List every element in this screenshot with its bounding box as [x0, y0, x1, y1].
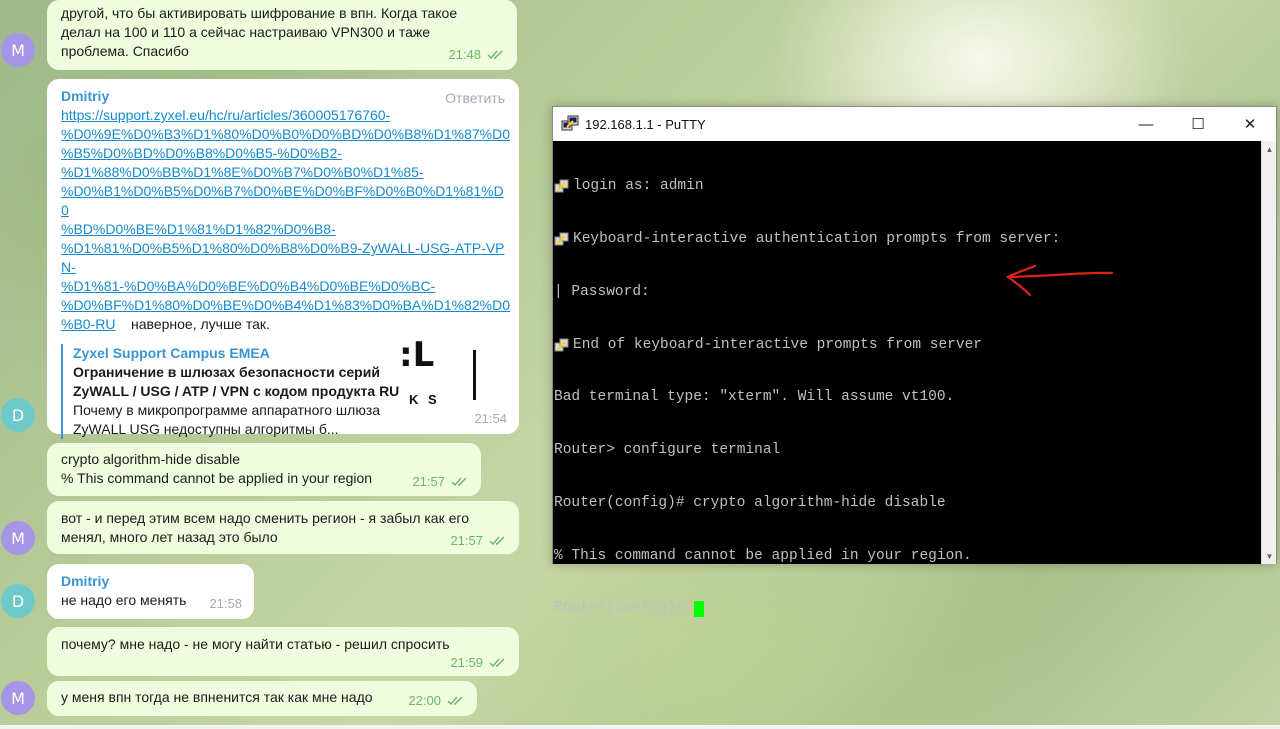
thumbnail-logo-text: :L	[399, 335, 435, 375]
message-time: 21:57	[412, 474, 445, 489]
terminal-line: Keyboard-interactive authentication prom…	[554, 231, 1262, 249]
message-link[interactable]: https://support.zyxel.eu/hc/ru/articles/…	[61, 106, 511, 334]
message-text-line: % This command cannot be applied in your…	[61, 470, 373, 486]
message-text-line: проблема. Спасибо	[61, 43, 189, 59]
link-line[interactable]: %D1%81%D0%B5%D1%80%D0%B8%D0%B9-ZyWALL-US…	[61, 239, 511, 277]
link-line[interactable]: %BD%D0%BE%D1%81%D1%82%D0%B8-	[61, 220, 511, 239]
maximize-button[interactable]: ☐	[1172, 107, 1224, 141]
message-time: 22:00	[408, 693, 441, 708]
putty-app-icon[interactable]	[561, 115, 579, 133]
avatar[interactable]: M	[1, 681, 35, 715]
terminal-line: Router> configure terminal	[554, 442, 781, 459]
scroll-down-arrow-icon[interactable]: ▼	[1262, 548, 1277, 564]
terminal-line-text: login as: admin	[573, 178, 704, 195]
putty-key-icon	[554, 179, 569, 194]
avatar[interactable]: D	[1, 584, 35, 618]
preview-title: Ограничение в шлюзах безопасности серий …	[73, 364, 400, 399]
message-bubble[interactable]: crypto algorithm-hide disable % This com…	[47, 443, 481, 496]
message-text-line: менял, много лет назад это было	[61, 529, 278, 545]
terminal-line-text: End of keyboard-interactive prompts from…	[573, 336, 982, 353]
message-text-line: делал на 100 и 110 а сейчас настраиваю V…	[61, 24, 431, 40]
terminal-line-text: Keyboard-interactive authentication prom…	[573, 230, 1061, 247]
link-line[interactable]: %D0%BF%D1%80%D0%BE%D0%B4%D1%83%D0%BA%D1%…	[61, 296, 511, 315]
avatar[interactable]: M	[1, 33, 35, 67]
terminal-output[interactable]: login as: admin Keyboard-interactive aut…	[553, 141, 1262, 618]
message-text-line: другой, что бы активировать шифрование в…	[61, 5, 458, 21]
red-arrow-annotation	[1005, 264, 1114, 297]
link-line[interactable]: %D1%88%D0%BB%D1%8E%D0%B7%D0%B0%D1%85-	[61, 163, 511, 182]
avatar[interactable]: D	[1, 398, 35, 432]
terminal-line: End of keyboard-interactive prompts from…	[554, 337, 1262, 355]
message-meta: 22:00	[408, 691, 465, 710]
putty-titlebar[interactable]: 192.168.1.1 - PuTTY — ☐ ✕	[553, 107, 1276, 141]
putty-key-icon	[554, 232, 569, 247]
message-meta: 21:59	[450, 653, 507, 672]
reply-button[interactable]: Ответить	[445, 89, 505, 108]
message-meta: 21:58	[209, 594, 242, 613]
link-line[interactable]: %B0-RU	[61, 316, 115, 332]
message-bubble[interactable]: почему? мне надо - не могу найти статью …	[47, 627, 519, 676]
thumbnail-divider	[473, 350, 476, 400]
message-text-line: crypto algorithm-hide disable	[61, 451, 240, 467]
link-line[interactable]: https://support.zyxel.eu/hc/ru/articles/…	[61, 106, 511, 125]
message-meta: 21:57	[450, 531, 507, 550]
link-line[interactable]: %D1%81-%D0%BA%D0%BE%D0%B4%D0%BE%D0%BC-	[61, 277, 511, 296]
terminal-line: | Password:	[554, 283, 650, 300]
terminal-line: login as: admin	[554, 178, 1262, 196]
message-time: 21:58	[209, 596, 242, 611]
double-check-icon	[489, 536, 507, 546]
message-text: наверное, лучше так.	[131, 316, 270, 332]
message-text: у меня впн тогда не впненится так как мн…	[61, 689, 373, 705]
message-meta: 21:57	[412, 472, 469, 491]
message-meta: 21:48	[448, 45, 505, 64]
message-bubble[interactable]: Dmitriy Ответить https://support.zyxel.e…	[47, 79, 519, 439]
message-time: 21:59	[450, 655, 483, 670]
message-time: 21:57	[450, 533, 483, 548]
link-preview[interactable]: Zyxel Support Campus EMEA Ограничение в …	[61, 335, 505, 439]
terminal-line: Bad terminal type: "xterm". Will assume …	[554, 389, 955, 406]
message-bubble[interactable]: другой, что бы активировать шифрование в…	[47, 0, 517, 70]
double-check-icon	[451, 477, 469, 487]
message-bubble[interactable]: у меня впн тогда не впненится так как мн…	[47, 681, 477, 716]
avatar[interactable]: M	[1, 521, 35, 555]
message-text: почему? мне надо - не могу найти статью …	[61, 636, 450, 652]
minimize-button[interactable]: —	[1120, 107, 1172, 141]
message-meta: 21:54	[474, 409, 507, 428]
bottom-edge	[0, 725, 1280, 729]
link-line[interactable]: %D0%B1%D0%B5%D0%B7%D0%BE%D0%BF%D0%B0%D1%…	[61, 182, 511, 220]
double-check-icon	[487, 50, 505, 60]
link-line[interactable]: %D0%9E%D0%B3%D1%80%D0%B0%D0%BD%D0%B8%D1%…	[61, 125, 511, 144]
terminal-prompt-line: Router(config)#	[554, 600, 1262, 618]
sender-name[interactable]: Dmitriy	[61, 572, 240, 591]
preview-description: Почему в микропрограмме аппаратного шлюз…	[73, 402, 381, 437]
scroll-up-arrow-icon[interactable]: ▲	[1262, 141, 1277, 157]
putty-key-icon	[554, 338, 569, 353]
terminal-line: % This command cannot be applied in your…	[554, 547, 972, 564]
terminal-line: Router(config)# crypto algorithm-hide di…	[554, 494, 946, 511]
double-check-icon	[489, 658, 507, 668]
double-check-icon	[447, 696, 465, 706]
message-text-line: вот - и перед этим всем надо сменить рег…	[61, 510, 469, 526]
message-time: 21:48	[448, 47, 481, 62]
terminal-cursor	[694, 601, 705, 618]
window-title: 192.168.1.1 - PuTTY	[585, 116, 706, 132]
message-bubble[interactable]: Dmitriy не надо его менять 21:58	[47, 564, 254, 619]
terminal-scrollbar[interactable]: ▲ ▼	[1261, 141, 1276, 564]
terminal-prompt: Router(config)#	[554, 600, 694, 617]
message-time: 21:54	[474, 411, 507, 426]
sender-name[interactable]: Dmitriy	[61, 87, 505, 106]
message-bubble[interactable]: вот - и перед этим всем надо сменить рег…	[47, 501, 519, 554]
close-button[interactable]: ✕	[1224, 107, 1276, 141]
putty-window[interactable]: 192.168.1.1 - PuTTY — ☐ ✕ login as: admi…	[552, 106, 1277, 618]
thumbnail-logo-subtext: K S	[409, 392, 440, 407]
link-line[interactable]: %B5%D0%BD%D0%B8%D0%B5-%D0%B2-	[61, 144, 511, 163]
